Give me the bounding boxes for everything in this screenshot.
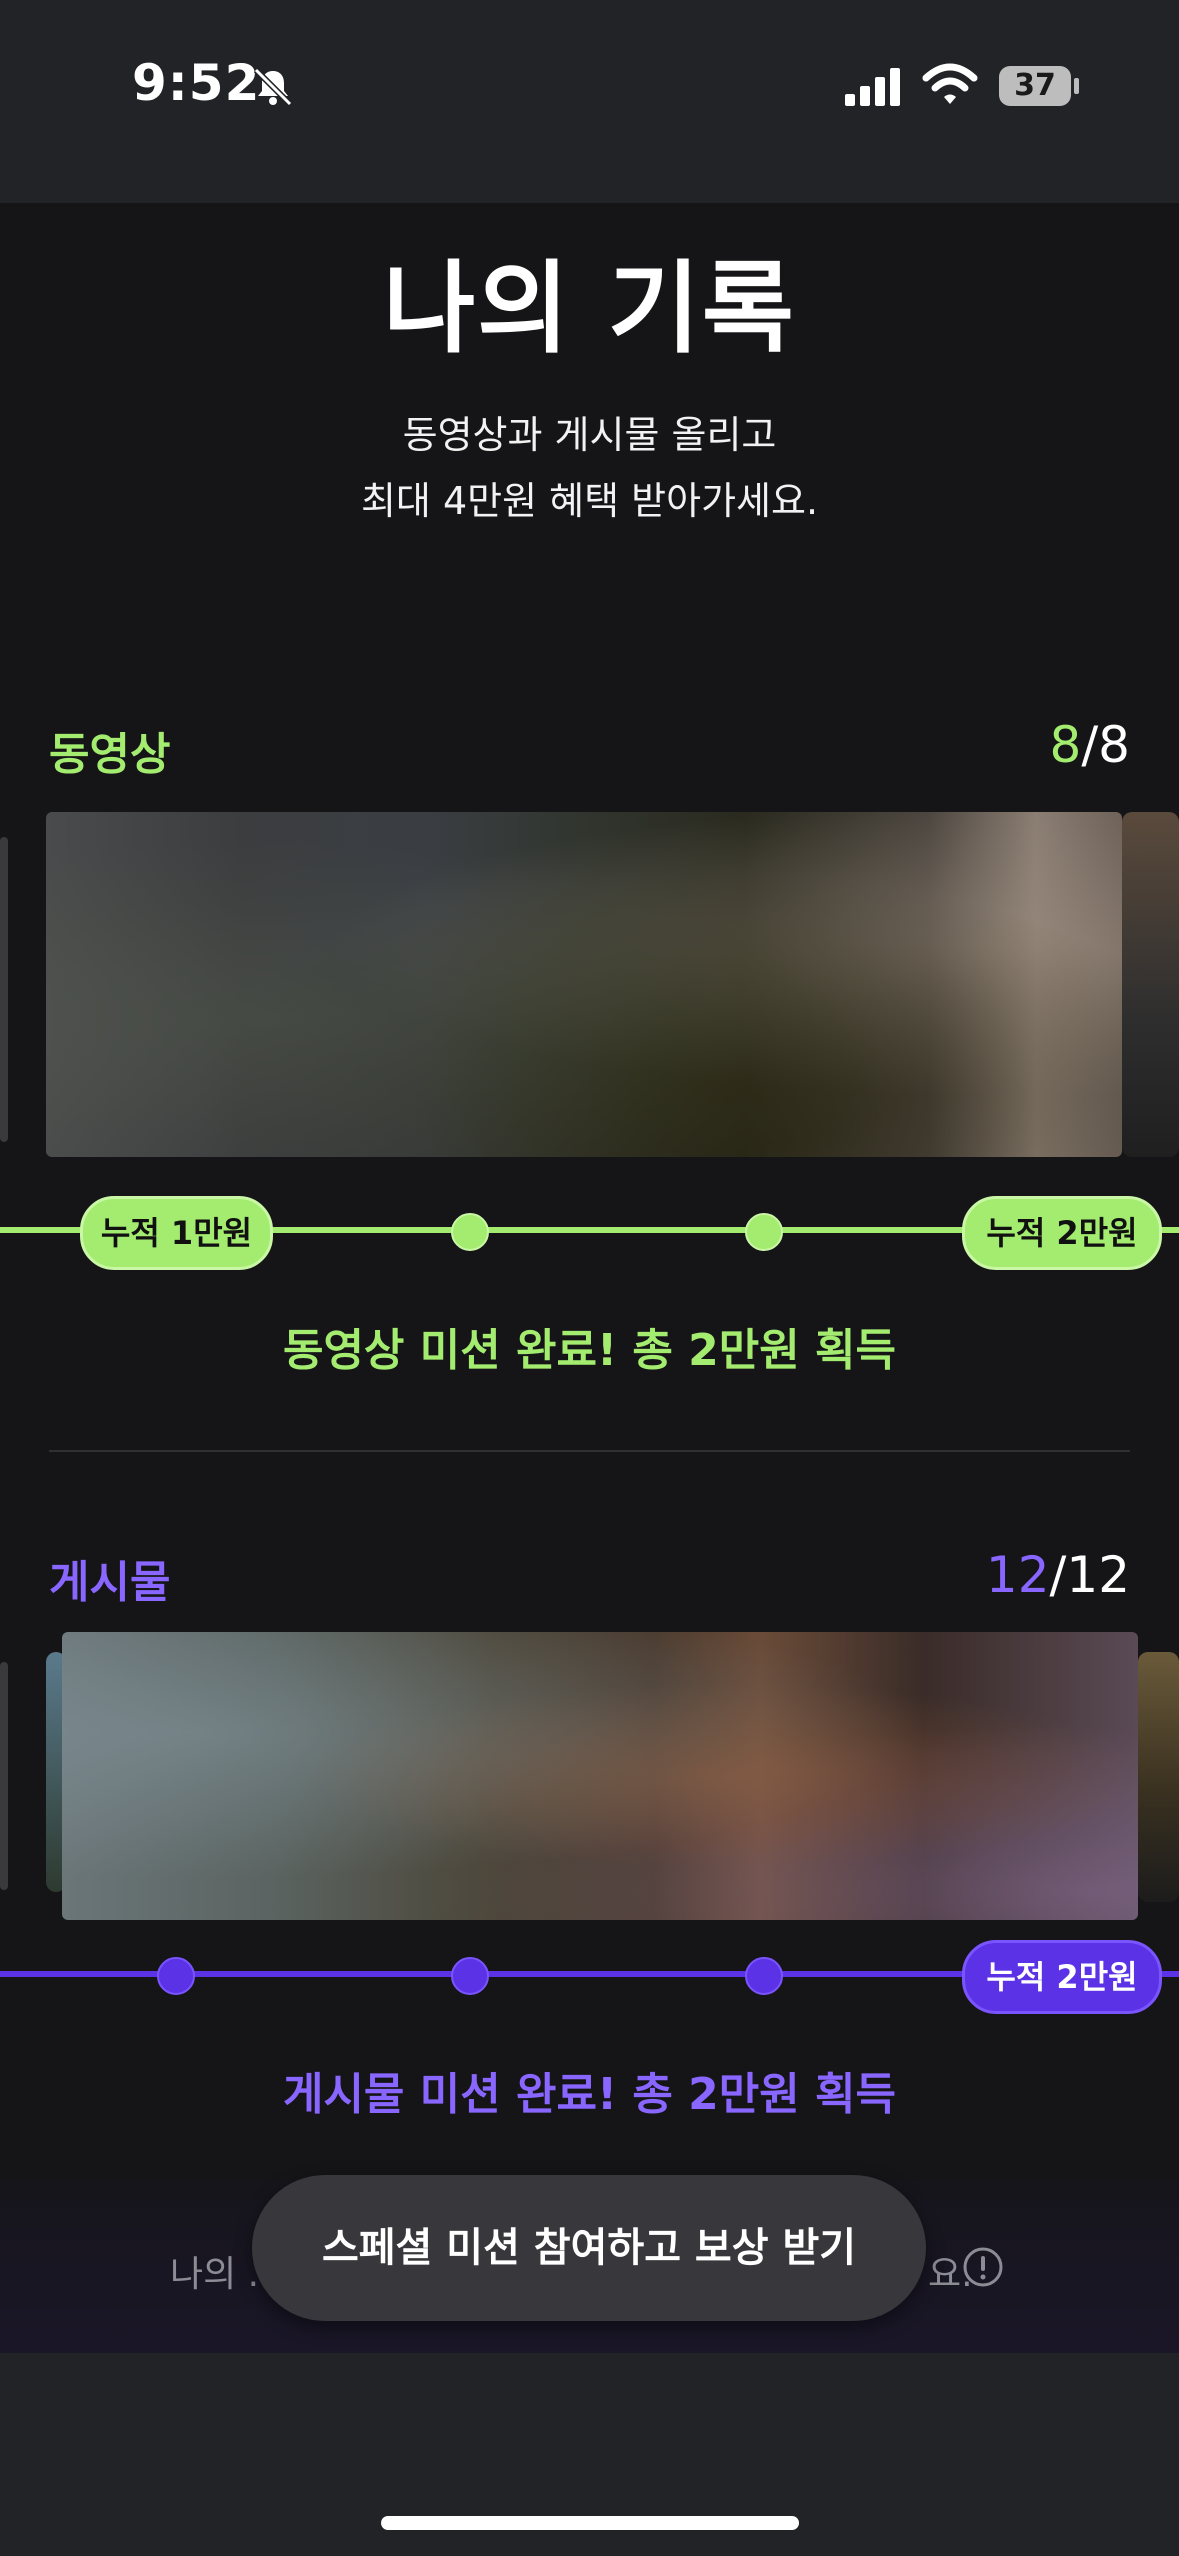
video-milestone-2: 누적 2만원 [962, 1196, 1162, 1270]
post-count: 12/12 [986, 1546, 1130, 1604]
status-time: 9:52 [132, 54, 261, 112]
video-milestone-1: 누적 1만원 [80, 1196, 273, 1270]
home-indicator[interactable] [381, 2516, 799, 2530]
main-content [0, 203, 1179, 2353]
post-thumb-next[interactable] [1138, 1652, 1179, 1902]
post-progress-dot [745, 1957, 783, 1995]
post-count-done: 12 [985, 1546, 1050, 1604]
post-thumb-prev[interactable] [0, 1662, 8, 1890]
special-mission-button[interactable]: 스페셜 미션 참여하고 보상 받기 [252, 2175, 926, 2321]
post-section-label: 게시물 [49, 1557, 171, 1608]
info-icon[interactable] [962, 2246, 1004, 2288]
video-thumb-prev[interactable] [0, 837, 8, 1142]
subtitle-line1: 동영상과 게시물 올리고 [402, 413, 777, 457]
section-divider [49, 1450, 1130, 1452]
battery-level: 37 [1014, 68, 1056, 103]
post-complete-message: 게시물 미션 완료! 총 2만원 획득 [282, 2069, 897, 2120]
video-complete-message: 동영상 미션 완료! 총 2만원 획득 [282, 1325, 897, 1376]
post-progress-dot [157, 1957, 195, 1995]
video-count: 8/8 [1050, 716, 1130, 774]
bell-slash-icon [253, 67, 293, 107]
video-count-total: /8 [1081, 716, 1130, 774]
video-count-done: 8 [1049, 716, 1082, 774]
video-thumbnails-strip[interactable] [46, 812, 1122, 1157]
subtitle-line2: 최대 4만원 혜택 받아가세요. [360, 479, 819, 523]
page-title: 나의 기록 [383, 250, 796, 367]
video-section-label: 동영상 [49, 729, 171, 780]
video-thumb-next[interactable] [1122, 812, 1179, 1157]
post-milestone-2: 누적 2만원 [962, 1940, 1162, 2014]
banner-text-left: 나의 . [170, 2254, 260, 2295]
video-progress-dot [745, 1213, 783, 1251]
post-thumbnails-strip[interactable] [62, 1632, 1138, 1920]
post-progress-dot [451, 1957, 489, 1995]
signal-icon [845, 68, 900, 106]
video-progress-dot [451, 1213, 489, 1251]
post-count-total: /12 [1049, 1546, 1130, 1604]
wifi-icon [922, 63, 978, 104]
